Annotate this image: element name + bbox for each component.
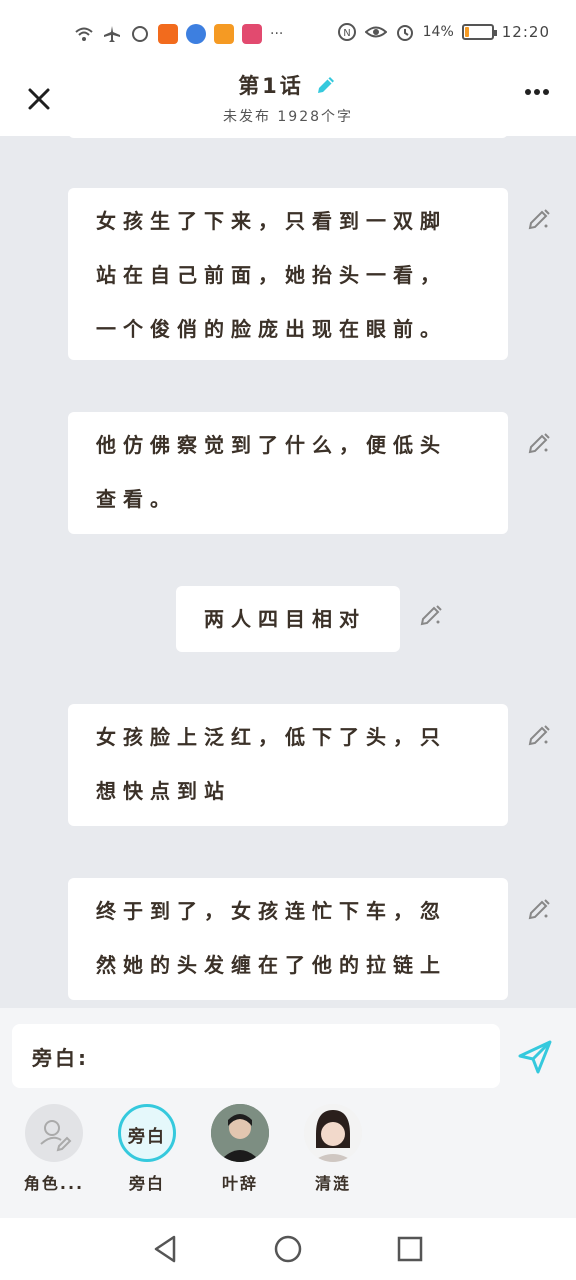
narrator-avatar-text: 旁白: [128, 1127, 166, 1147]
role-qinglian[interactable]: 清涟: [298, 1104, 368, 1194]
clock: 12:20: [501, 23, 550, 41]
browser-app-icon: [186, 24, 206, 44]
narrator-avatar: 旁白: [118, 1104, 176, 1162]
send-icon[interactable]: [516, 1038, 554, 1076]
role-selector: 角色... 旁白 旁白 叶辞 清涟: [0, 1104, 576, 1204]
add-role-avatar: [25, 1104, 83, 1162]
previous-card-edge: [68, 132, 508, 138]
card-line: 然她的头发缠在了他的拉链上: [96, 953, 447, 977]
wifi-icon: [75, 27, 93, 41]
card-line: 他仿佛察觉到了什么，便低头: [96, 433, 447, 457]
calendar-app-icon: [242, 24, 262, 44]
eye-icon: [364, 26, 387, 38]
message-input[interactable]: 旁白:: [12, 1024, 500, 1088]
card-line: 站在自己前面，她抬头一看，: [96, 263, 447, 287]
word-count: 未发布 1928个字: [222, 109, 354, 125]
title-area: 第1话 未发布 1928个字: [0, 68, 576, 126]
card-line: 女孩生了下来，只看到一双脚: [96, 209, 447, 233]
recents-nav-icon[interactable]: [393, 1232, 427, 1266]
role-label: 叶辞: [221, 1174, 258, 1193]
role-yeci[interactable]: 叶辞: [205, 1104, 275, 1194]
narration-card[interactable]: 女孩脸上泛红，低下了头，只 想快点到站: [68, 704, 508, 826]
role-narrator[interactable]: 旁白 旁白: [112, 1104, 182, 1194]
back-nav-icon[interactable]: [148, 1232, 182, 1266]
character-avatar: [211, 1104, 269, 1162]
narration-card[interactable]: 终于到了，女孩连忙下车，忽 然她的头发缠在了他的拉链上: [68, 878, 508, 1000]
card-line: 一个俊俏的脸庞出现在眼前。: [96, 317, 447, 341]
episode-title-row[interactable]: 第1话: [238, 70, 338, 100]
person-photo-icon: [211, 1104, 269, 1162]
edit-title-icon[interactable]: [314, 73, 338, 97]
narration-card[interactable]: 女孩生了下来，只看到一双脚 站在自己前面，她抬头一看， 一个俊俏的脸庞出现在眼前…: [68, 188, 508, 360]
edit-card-icon[interactable]: [526, 722, 552, 748]
edit-card-icon[interactable]: [418, 602, 444, 628]
status-icons-left: ···: [74, 24, 283, 44]
editor-header: 第1话 未发布 1928个字: [0, 68, 576, 136]
add-role-icon: [40, 1120, 72, 1152]
card-line: 女孩脸上泛红，低下了头，只: [96, 725, 447, 749]
character-avatar: [304, 1104, 362, 1162]
card-line: 想快点到站: [96, 779, 231, 803]
nfc-icon: N: [337, 23, 356, 41]
more-button[interactable]: [520, 78, 554, 112]
role-label: 角色...: [23, 1174, 85, 1193]
edit-card-icon[interactable]: [526, 206, 552, 232]
svg-text:N: N: [343, 28, 350, 39]
alarm-icon: [396, 25, 413, 41]
card-line: 查看。: [96, 487, 177, 511]
airplane-icon: [104, 26, 120, 42]
edit-card-icon[interactable]: [526, 430, 552, 456]
home-nav-icon[interactable]: [271, 1232, 305, 1266]
card-line: 终于到了，女孩连忙下车，忽: [96, 899, 447, 923]
role-label: 旁白: [128, 1174, 165, 1193]
more-notifications: ···: [270, 26, 284, 42]
person-photo-icon: [304, 1104, 362, 1162]
composer-panel: 旁白: 角色... 旁白 旁白 叶辞 清涟: [0, 1008, 576, 1218]
status-icons-right: N 14% 12:20: [337, 22, 550, 42]
battery-percent: 14%: [422, 24, 454, 40]
narration-card[interactable]: 他仿佛察觉到了什么，便低头 查看。: [68, 412, 508, 534]
more-dots-icon: [525, 89, 549, 95]
taobao-app-icon: [158, 24, 178, 44]
episode-title: 第1话: [238, 74, 304, 98]
status-bar: ··· N 14% 12:20: [0, 0, 576, 68]
system-nav-bar: [0, 1218, 576, 1280]
card-line: 两人四目相对: [204, 607, 366, 631]
battery-icon: [461, 24, 497, 40]
narration-card[interactable]: 两人四目相对: [176, 586, 400, 652]
role-label: 清涟: [314, 1174, 351, 1193]
video-app-icon: [214, 24, 234, 44]
edit-card-icon[interactable]: [526, 896, 552, 922]
sync-icon: [132, 26, 148, 42]
role-add[interactable]: 角色...: [19, 1104, 89, 1194]
